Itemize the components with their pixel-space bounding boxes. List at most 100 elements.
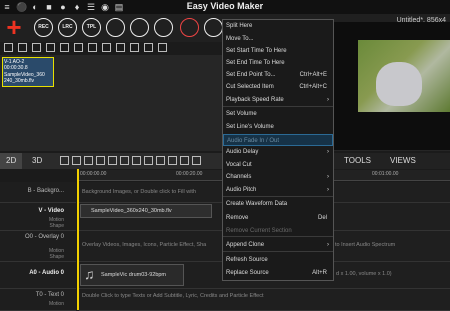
add-media-button[interactable]: + bbox=[4, 14, 24, 40]
track-header-text[interactable]: T0 - Text 0 Motion bbox=[0, 289, 76, 311]
tab-tools[interactable]: TOOLS bbox=[344, 156, 371, 165]
menu-item-label: Audio Pitch bbox=[226, 187, 257, 193]
copy-icon[interactable] bbox=[108, 156, 117, 165]
rec-button[interactable]: REC bbox=[34, 18, 53, 37]
tpl-button[interactable]: TPL bbox=[82, 18, 101, 37]
tab-2d[interactable]: 2D bbox=[6, 156, 16, 165]
menu-item[interactable]: Remove Del bbox=[223, 212, 333, 224]
redo-icon[interactable] bbox=[180, 156, 189, 165]
menu-item[interactable]: Set Volume bbox=[223, 108, 333, 120]
menu-item[interactable]: Move To... bbox=[223, 33, 333, 45]
track-sub: Motion Shape bbox=[48, 217, 64, 229]
grid-icon[interactable] bbox=[192, 156, 201, 165]
delete-icon[interactable] bbox=[144, 43, 153, 52]
menu-item-label: Set Start Time To Here bbox=[226, 48, 287, 54]
track-sub: Motion Shape bbox=[48, 248, 64, 260]
submenu-arrow-icon: › bbox=[327, 187, 329, 193]
menu-item[interactable]: Append Clone › bbox=[223, 239, 333, 251]
menu-item[interactable]: Audio Delay › bbox=[223, 146, 333, 158]
track-hint: Background Images, or Double click to Fi… bbox=[82, 189, 197, 195]
menu-item[interactable]: Set Start Time To Here bbox=[223, 45, 333, 57]
submenu-arrow-icon: › bbox=[327, 149, 329, 155]
menu-item-label: Replace Source bbox=[226, 270, 269, 276]
menu-item-label: Set End Time To Here bbox=[226, 60, 285, 66]
more-button[interactable] bbox=[204, 18, 223, 37]
paste-icon[interactable] bbox=[120, 156, 129, 165]
menu-item[interactable]: Replace Source Alt+R bbox=[223, 267, 333, 279]
menu-item-label: Create Waveform Data bbox=[226, 201, 288, 207]
track-header-overlay[interactable]: O0 - Overlay 0 Motion Shape bbox=[0, 231, 76, 262]
menu-item[interactable]: Split Here bbox=[223, 20, 333, 32]
menu-separator bbox=[223, 106, 333, 107]
preview-frame[interactable] bbox=[358, 40, 450, 112]
submenu-arrow-icon: › bbox=[327, 97, 329, 103]
menu-item[interactable]: Refresh Source bbox=[223, 254, 333, 266]
settings-icon[interactable] bbox=[158, 43, 167, 52]
tab-views[interactable]: VIEWS bbox=[390, 156, 416, 165]
shape-icon[interactable] bbox=[102, 43, 111, 52]
video-icon[interactable] bbox=[60, 43, 69, 52]
grid-view-icon[interactable] bbox=[4, 43, 13, 52]
menu-item[interactable]: Audio Pitch › bbox=[223, 184, 333, 196]
text-icon[interactable] bbox=[88, 43, 97, 52]
menu-item[interactable]: Cut Selected Item Ctrl+Alt+C bbox=[223, 81, 333, 93]
menu-item-label: Set Line's Volume bbox=[226, 124, 274, 130]
ruler-label: 00:00:20.00 bbox=[176, 171, 203, 177]
menu-item-label: Channels bbox=[226, 174, 252, 180]
track-name: T0 - Text 0 bbox=[35, 292, 64, 298]
menu-item-label: Cut Selected Item bbox=[226, 84, 274, 90]
record-button[interactable] bbox=[180, 18, 199, 37]
menu-item[interactable]: Create Waveform Data bbox=[223, 198, 333, 210]
menu-item[interactable]: Audio Fade In / Out bbox=[223, 134, 333, 146]
export-button[interactable] bbox=[106, 18, 125, 37]
menu-item[interactable]: Set Line's Volume bbox=[223, 121, 333, 133]
zoom-out-icon[interactable] bbox=[144, 156, 153, 165]
audio-icon[interactable] bbox=[74, 43, 83, 52]
preview-subject bbox=[376, 62, 422, 106]
menu-item-shortcut: Ctrl+Alt+C bbox=[299, 84, 327, 90]
track-text[interactable]: Double Click to type Texts or Add Subtit… bbox=[79, 289, 450, 311]
audio-clip-label: SampleVic drum03-92bpm bbox=[101, 272, 167, 278]
menu-item[interactable]: Channels › bbox=[223, 171, 333, 183]
audio-clip[interactable]: ♫ SampleVic drum03-92bpm bbox=[80, 264, 184, 286]
effects-button[interactable] bbox=[130, 18, 149, 37]
video-clip[interactable]: SampleVideo_360x240_30mb.flv bbox=[80, 204, 212, 218]
menu-item[interactable]: Vocal Cut bbox=[223, 159, 333, 171]
zoom-in-icon[interactable] bbox=[132, 156, 141, 165]
sort-icon[interactable] bbox=[116, 43, 125, 52]
crop-icon[interactable] bbox=[96, 156, 105, 165]
menu-item-label: Append Clone bbox=[226, 242, 265, 248]
image-icon[interactable] bbox=[46, 43, 55, 52]
filter-icon[interactable] bbox=[130, 43, 139, 52]
tab-3d[interactable]: 3D bbox=[32, 156, 42, 165]
track-name: B - Backgro... bbox=[27, 188, 64, 194]
mark-in-icon[interactable] bbox=[60, 156, 69, 165]
track-sub: Motion bbox=[48, 301, 64, 307]
lrc-button[interactable]: LRC bbox=[58, 18, 77, 37]
menu-item[interactable]: Set End Time To Here bbox=[223, 57, 333, 69]
menu-item-label: Refresh Source bbox=[226, 257, 268, 263]
track-header-background[interactable]: B - Backgro... bbox=[0, 182, 76, 203]
edit-tool-row bbox=[60, 156, 201, 165]
ruler-label: 00:00:00.00 bbox=[80, 171, 107, 177]
list-view-icon[interactable] bbox=[18, 43, 27, 52]
media-thumbnail[interactable]: V-1 AO-2 00:00:30.8 SampleVideo_360 240_… bbox=[2, 57, 54, 87]
track-name: V - Video bbox=[38, 208, 64, 214]
folder-icon[interactable] bbox=[32, 43, 41, 52]
menu-item-label: Set End Point To... bbox=[226, 72, 276, 78]
split-icon[interactable] bbox=[84, 156, 93, 165]
video-clip-label: SampleVideo_360x240_30mb.flv bbox=[91, 208, 172, 214]
track-name: O0 - Overlay 0 bbox=[24, 234, 64, 240]
menu-item[interactable]: Playback Speed Rate › bbox=[223, 94, 333, 106]
fit-icon[interactable] bbox=[156, 156, 165, 165]
track-name: A0 - Audio 0 bbox=[29, 270, 64, 276]
audio-info-hint: d x 1.00, volume x 1.0) bbox=[336, 271, 392, 277]
mark-out-icon[interactable] bbox=[72, 156, 81, 165]
track-header-video[interactable]: V - Video Motion Shape bbox=[0, 203, 76, 231]
track-header-audio[interactable]: A0 - Audio 0 bbox=[0, 262, 76, 289]
undo-icon[interactable] bbox=[168, 156, 177, 165]
playhead[interactable] bbox=[77, 169, 79, 310]
menu-item-label: Audio Delay bbox=[226, 149, 259, 155]
menu-item[interactable]: Set End Point To... Ctrl+Alt+E bbox=[223, 69, 333, 81]
info-button[interactable] bbox=[154, 18, 173, 37]
